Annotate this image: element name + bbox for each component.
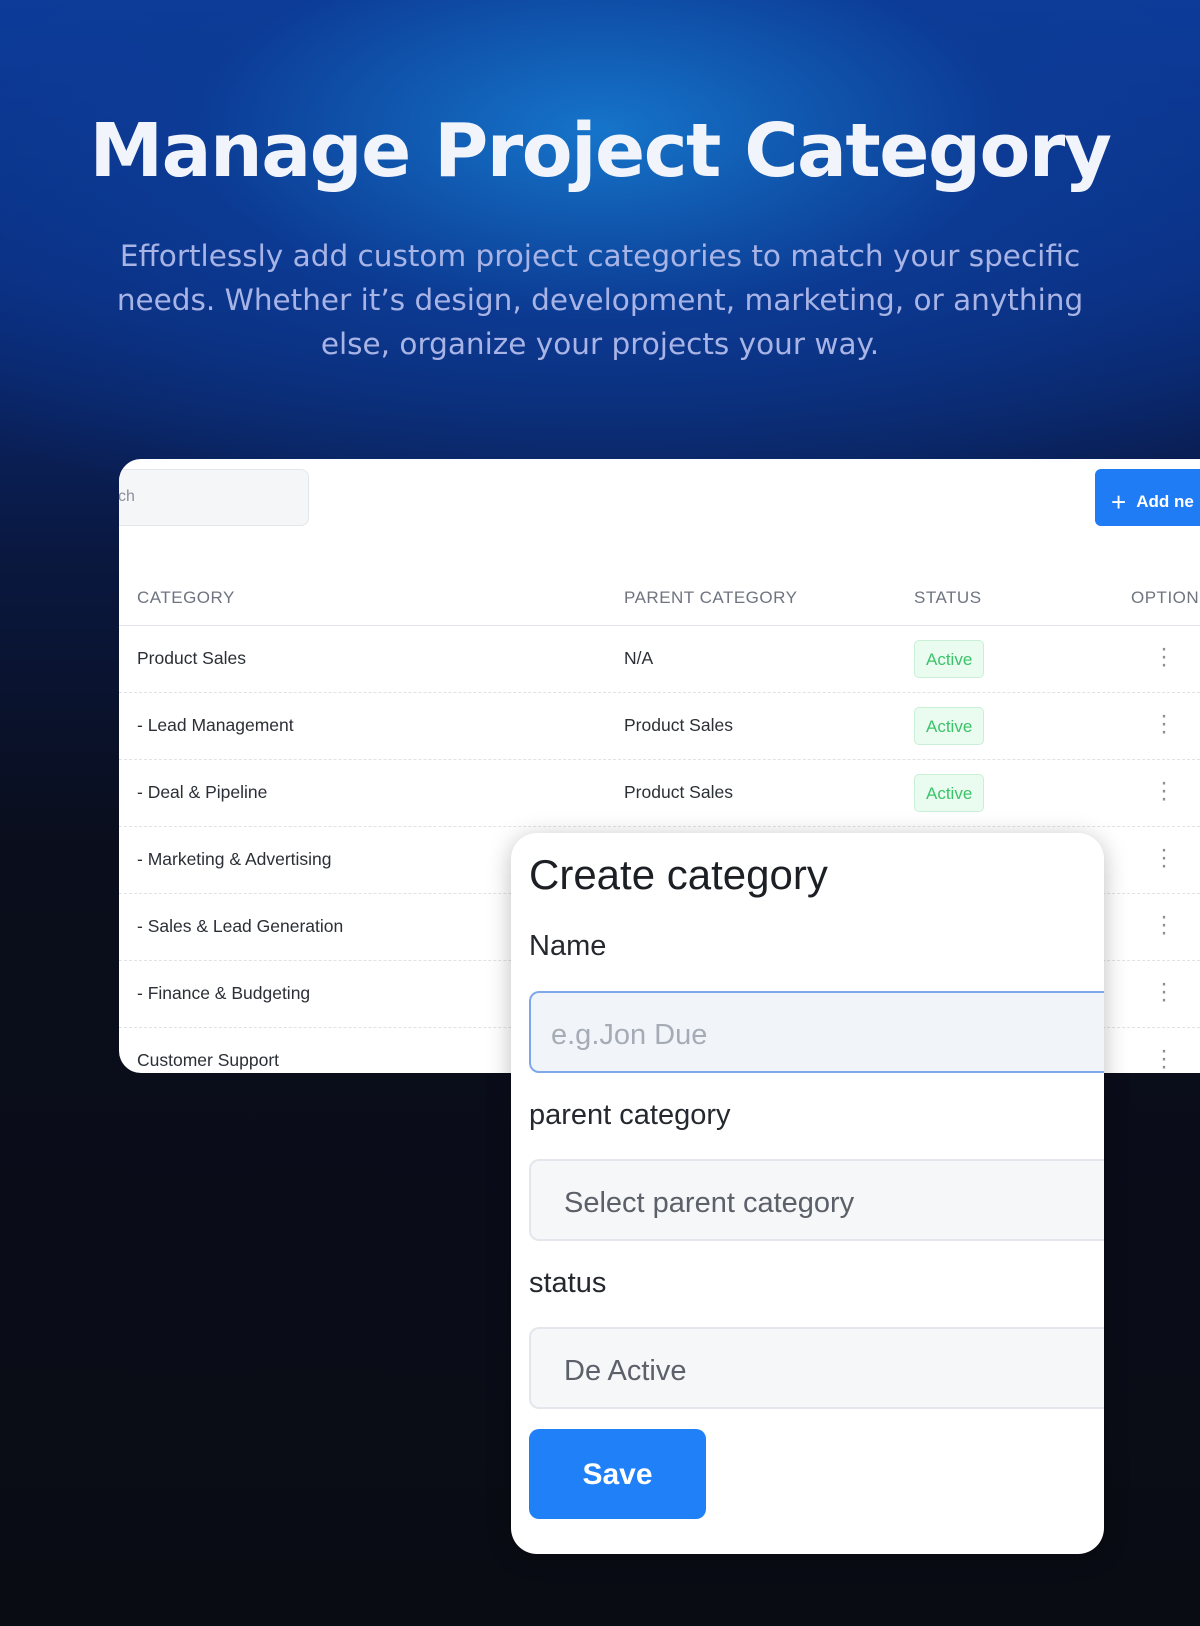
category-cell: - Marketing & Advertising xyxy=(137,849,332,869)
table-row[interactable]: Product Sales N/A Active · · · xyxy=(119,626,1200,693)
add-new-label: Add ne xyxy=(1136,492,1194,511)
parent-category-cell: N/A xyxy=(624,648,654,668)
name-input[interactable]: e.g.Jon Due xyxy=(529,991,1104,1073)
more-options-icon[interactable]: · · · xyxy=(1159,704,1169,744)
parent-category-cell: Product Sales xyxy=(624,782,733,802)
plus-icon: + xyxy=(1111,487,1127,517)
parent-category-label: parent category xyxy=(529,1099,731,1131)
category-cell: - Sales & Lead Generation xyxy=(137,916,344,936)
table-row[interactable]: - Deal & Pipeline Product Sales Active ·… xyxy=(119,760,1200,827)
status-badge: Active xyxy=(914,707,985,745)
hero-subtitle: Effortlessly add custom project categori… xyxy=(116,239,1084,361)
more-options-icon[interactable]: · · · xyxy=(1159,905,1169,945)
column-header-option: OPTION xyxy=(1131,588,1200,607)
modal-title: Create category xyxy=(529,851,828,898)
parent-category-select[interactable]: Select parent category xyxy=(529,1159,1104,1241)
status-label: status xyxy=(529,1267,607,1299)
table-header: CATEGORY PARENT CATEGORY STATUS OPTION xyxy=(119,570,1200,626)
create-category-modal: Create category Name e.g.Jon Due parent … xyxy=(511,833,1104,1554)
status-select[interactable]: De Active xyxy=(529,1327,1104,1409)
column-header-parent-category[interactable]: PARENT CATEGORY xyxy=(624,588,797,608)
column-header-category[interactable]: CATEGORY xyxy=(137,588,235,608)
hero-title: Manage Project Category xyxy=(89,108,1112,194)
search-input[interactable]: ch xyxy=(119,469,309,526)
status-badge: Active xyxy=(914,774,985,812)
name-label: Name xyxy=(529,930,607,962)
more-options-icon[interactable]: · · · xyxy=(1159,1039,1169,1074)
more-options-icon[interactable]: · · · xyxy=(1159,637,1169,677)
category-cell: Product Sales xyxy=(137,648,246,668)
add-new-button[interactable]: + Add ne xyxy=(1095,469,1200,526)
column-header-status[interactable]: STATUS xyxy=(914,588,982,608)
status-badge: Active xyxy=(914,640,985,678)
more-options-icon[interactable]: · · · xyxy=(1159,972,1169,1012)
category-cell: Customer Support xyxy=(137,1050,280,1070)
category-cell: - Lead Management xyxy=(137,715,294,735)
table-row[interactable]: - Lead Management Product Sales Active ·… xyxy=(119,693,1200,760)
parent-category-cell: Product Sales xyxy=(624,715,733,735)
category-cell: - Deal & Pipeline xyxy=(137,782,268,802)
more-options-icon[interactable]: · · · xyxy=(1159,771,1169,811)
save-button[interactable]: Save xyxy=(529,1429,706,1519)
more-options-icon[interactable]: · · · xyxy=(1159,838,1169,878)
category-cell: - Finance & Budgeting xyxy=(137,983,311,1003)
